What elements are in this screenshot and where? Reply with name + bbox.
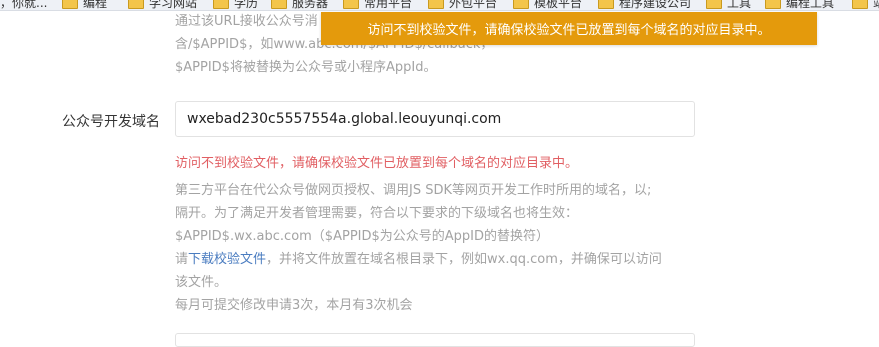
bookmark-folder[interactable]: 常用平台 bbox=[343, 0, 412, 10]
bookmark-label: ，你就... bbox=[0, 0, 48, 10]
domain-description: 第三方平台在代公众号做网页授权、调用JS SDK等网页开发工作时所用的域名，以;… bbox=[175, 179, 705, 317]
folder-icon bbox=[598, 0, 614, 9]
description-line: 该文件。 bbox=[175, 275, 228, 290]
bookmark-folder[interactable]: 服务器 bbox=[271, 0, 328, 10]
bookmark-folder[interactable]: 模板平台 bbox=[513, 0, 582, 10]
bookmark-label: 编程 bbox=[83, 0, 108, 10]
domain-input[interactable] bbox=[175, 101, 695, 137]
domain-field-label: 公众号开发域名 bbox=[62, 114, 160, 130]
description-text: ，并将文件放置在域名根目录下，例如wx.qq.com，并确保可以访问 bbox=[266, 252, 662, 267]
next-input-field[interactable] bbox=[175, 333, 695, 347]
error-message: 访问不到校验文件，请确保校验文件已放置到每个域名的对应目录中。 bbox=[175, 156, 579, 171]
bookmark-folder[interactable]: 编程 bbox=[62, 0, 107, 10]
bookmark-folder[interactable]: 学历 bbox=[213, 0, 258, 10]
description-line: $APPID$.wx.abc.com（$APPID$为公众号的AppID的替换符… bbox=[175, 229, 550, 244]
download-verification-file-link[interactable]: 下载校验文件 bbox=[188, 252, 266, 267]
url-hint-line: $APPID$将被替换为公众号或小程序AppId。 bbox=[175, 60, 437, 75]
folder-icon bbox=[62, 0, 78, 9]
bookmark-folder[interactable]: 编程工具 bbox=[765, 0, 834, 10]
folder-icon bbox=[852, 0, 868, 9]
bookmark-label: 学历 bbox=[234, 0, 259, 10]
bookmark-label: 编程工具 bbox=[786, 0, 835, 10]
bookmark-folder[interactable]: 站 bbox=[852, 0, 879, 10]
bookmark-item[interactable]: ，你就... bbox=[0, 0, 47, 10]
toast-notification: 访问不到校验文件，请确保校验文件已放置到每个域名的对应目录中。 bbox=[321, 12, 817, 45]
bookmark-label: 程序建设公司 bbox=[619, 0, 692, 10]
folder-icon bbox=[213, 0, 229, 9]
folder-icon bbox=[513, 0, 529, 9]
bookmark-label: 常用平台 bbox=[364, 0, 413, 10]
description-text: 请 bbox=[175, 252, 189, 267]
folder-icon bbox=[706, 0, 722, 9]
bookmark-label: 模板平台 bbox=[534, 0, 583, 10]
bookmark-label: 工具 bbox=[727, 0, 752, 10]
description-line: 请下载校验文件，并将文件放置在域名根目录下，例如wx.qq.com，并确保可以访… bbox=[175, 248, 705, 271]
bookmark-folder[interactable]: 外包平台 bbox=[428, 0, 497, 10]
folder-icon bbox=[428, 0, 444, 9]
bookmark-label: 外包平台 bbox=[449, 0, 498, 10]
bookmark-folder[interactable]: 程序建设公司 bbox=[598, 0, 691, 10]
description-line: 第三方平台在代公众号做网页授权、调用JS SDK等网页开发工作时所用的域名，以; bbox=[175, 183, 652, 198]
toast-message: 访问不到校验文件，请确保校验文件已放置到每个域名的对应目录中。 bbox=[367, 23, 771, 38]
bookmark-folder[interactable]: 工具 bbox=[706, 0, 751, 10]
folder-icon bbox=[765, 0, 781, 9]
bookmark-label: 站 bbox=[873, 0, 879, 10]
folder-icon bbox=[128, 0, 144, 9]
bookmark-label: 学习网站 bbox=[149, 0, 198, 10]
bookmark-folder[interactable]: 学习网站 bbox=[128, 0, 197, 10]
bookmark-label: 服务器 bbox=[292, 0, 329, 10]
folder-icon bbox=[343, 0, 359, 9]
submission-limit-note: 每月可提交修改申请3次，本月有3次机会 bbox=[175, 298, 413, 313]
folder-icon bbox=[271, 0, 287, 9]
description-line: 隔开。为了满足开发者管理需要，符合以下要求的下级域名也将生效： bbox=[175, 206, 579, 221]
